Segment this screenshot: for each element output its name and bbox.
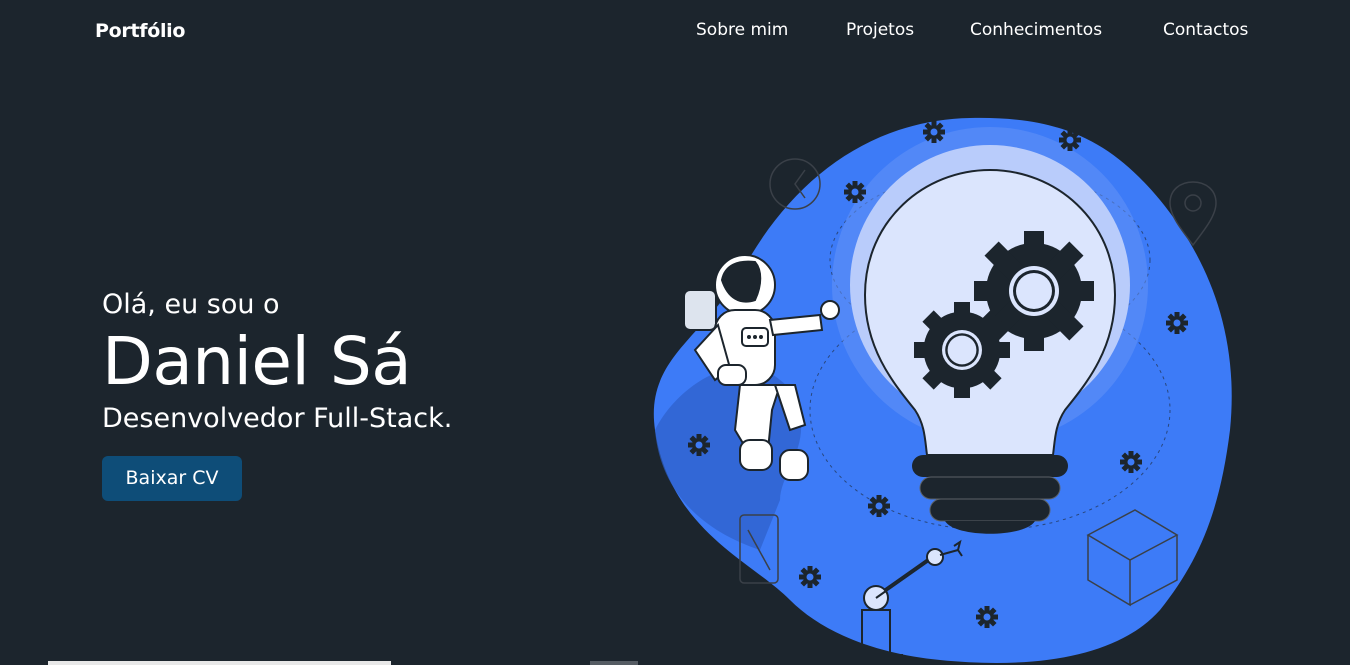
hero-name: Daniel Sá bbox=[102, 323, 412, 400]
nav-item-conhecimentos[interactable]: Conhecimentos bbox=[970, 20, 1102, 40]
gear-icon bbox=[799, 566, 821, 588]
hero-greeting: Olá, eu sou o bbox=[102, 289, 280, 320]
gear-icon bbox=[1059, 129, 1081, 151]
gear-icon bbox=[1120, 451, 1142, 473]
hero-role: Desenvolvedor Full-Stack. bbox=[102, 403, 453, 434]
nav-item-projetos[interactable]: Projetos bbox=[846, 20, 914, 40]
gear-icon bbox=[868, 495, 890, 517]
download-cv-button[interactable]: Baixar CV bbox=[102, 456, 242, 501]
gear-icon bbox=[688, 434, 710, 456]
hero-section: Olá, eu sou o Daniel Sá Desenvolvedor Fu… bbox=[102, 286, 452, 501]
hero-illustration-svg bbox=[653, 117, 1232, 665]
gear-icon bbox=[914, 302, 1010, 398]
scroll-indicator bbox=[590, 661, 638, 665]
nav-links: Sobre mim Projetos Conhecimentos Contact… bbox=[0, 20, 1350, 44]
gear-icon bbox=[844, 181, 866, 203]
gear-icon bbox=[1166, 312, 1188, 334]
nav-item-sobre-mim[interactable]: Sobre mim bbox=[696, 20, 788, 40]
horizontal-scrollbar[interactable] bbox=[48, 661, 391, 665]
navbar: Portfólio Sobre mim Projetos Conheciment… bbox=[0, 0, 1350, 64]
gear-icon bbox=[923, 121, 945, 143]
nav-item-contactos[interactable]: Contactos bbox=[1163, 20, 1248, 40]
gear-icon bbox=[976, 606, 998, 628]
hero-illustration bbox=[640, 110, 1250, 665]
